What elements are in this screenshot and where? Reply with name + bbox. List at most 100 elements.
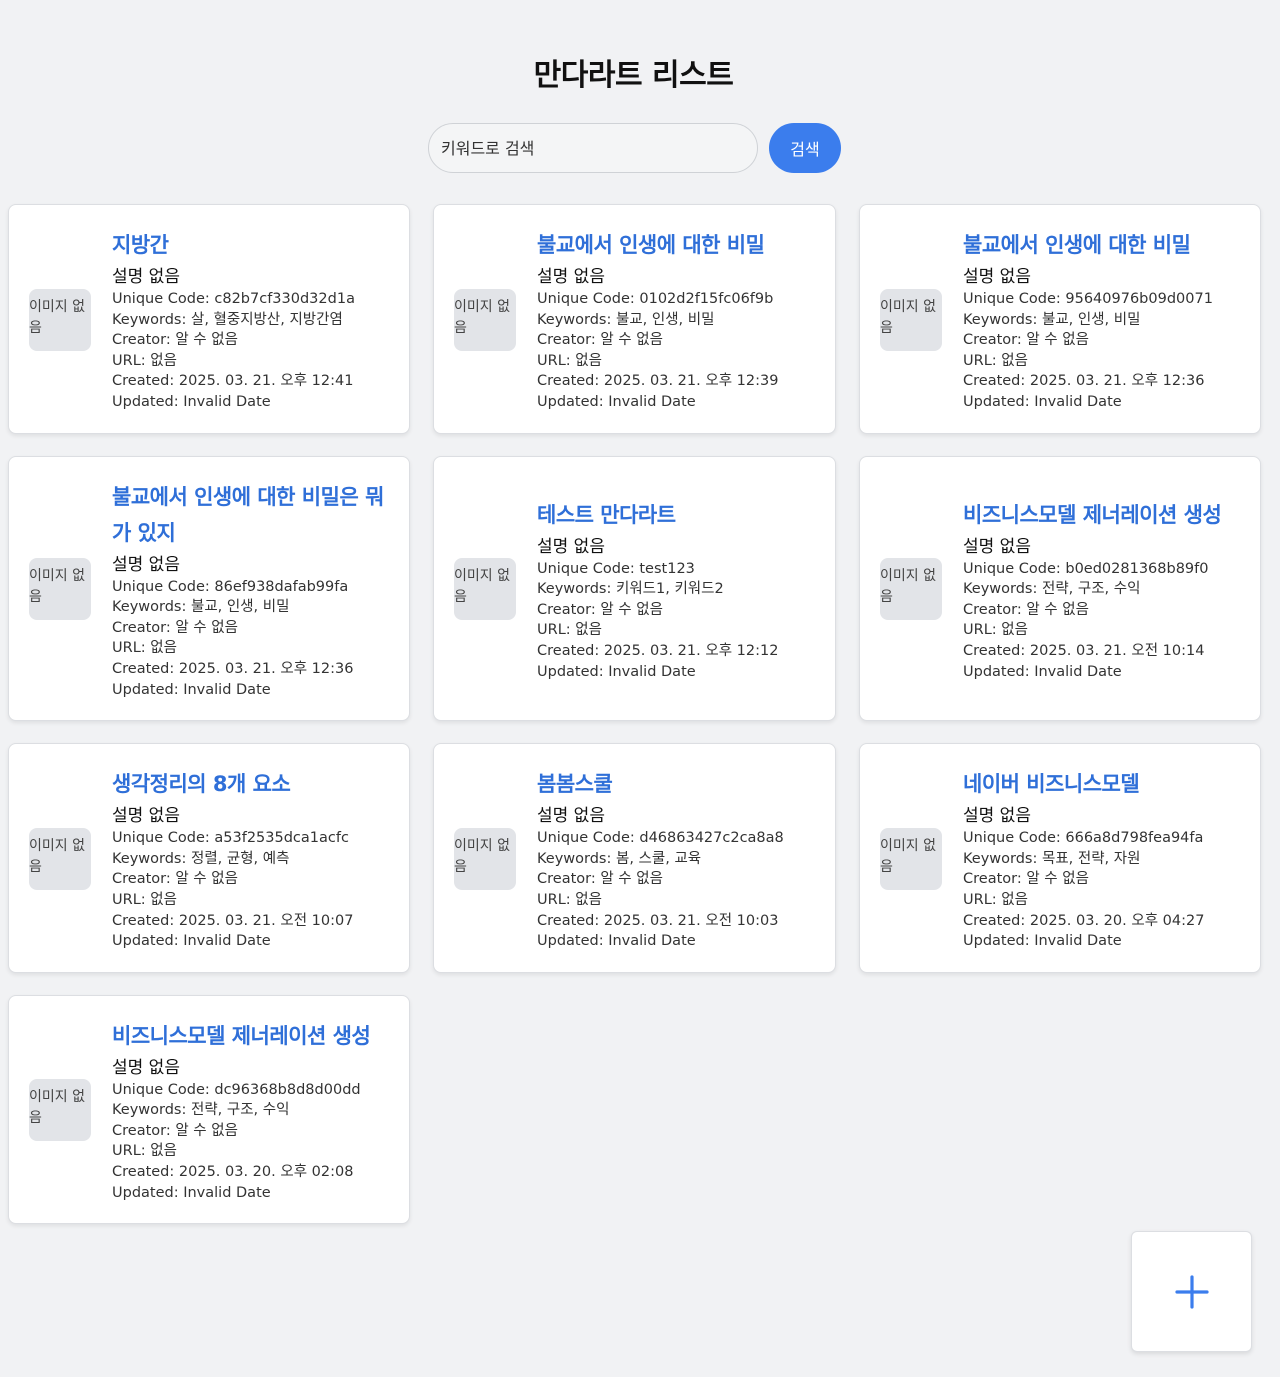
keywords-label: Keywords: — [963, 312, 1042, 328]
created-value: 2025. 03. 21. 오후 12:36 — [179, 661, 354, 677]
keywords-value: 정렬, 균형, 예측 — [191, 851, 289, 867]
url-row: URL: 없음 — [963, 620, 1242, 641]
mandalart-card[interactable]: 이미지 없음불교에서 인생에 대한 비밀은 뭐가 있지설명 없음Unique C… — [8, 456, 410, 722]
keywords-row: Keywords: 목표, 전략, 자원 — [963, 849, 1242, 870]
url-value: 없음 — [150, 1143, 177, 1159]
updated-label: Updated: — [112, 394, 183, 410]
url-label: URL: — [963, 353, 1001, 369]
card-body: 불교에서 인생에 대한 비밀설명 없음Unique Code: 0102d2f1… — [537, 227, 817, 413]
unique-code-label: Unique Code: — [537, 561, 639, 577]
created-label: Created: — [963, 373, 1030, 389]
thumbnail-placeholder: 이미지 없음 — [29, 828, 91, 890]
creator-value: 알 수 없음 — [600, 332, 663, 348]
created-row: Created: 2025. 03. 21. 오전 10:03 — [537, 911, 817, 932]
creator-label: Creator: — [537, 602, 600, 618]
card-title[interactable]: 불교에서 인생에 대한 비밀은 뭐가 있지 — [112, 479, 391, 551]
mandalart-card[interactable]: 이미지 없음봄봄스쿨설명 없음Unique Code: d46863427c2c… — [433, 743, 836, 973]
mandalart-card[interactable]: 이미지 없음비즈니스모델 제너레이션 생성설명 없음Unique Code: b… — [859, 456, 1261, 722]
created-row: Created: 2025. 03. 21. 오후 12:36 — [112, 659, 391, 680]
created-label: Created: — [112, 373, 179, 389]
card-body: 테스트 만다라트설명 없음Unique Code: test123Keyword… — [537, 497, 817, 683]
creator-label: Creator: — [963, 871, 1026, 887]
updated-row: Updated: Invalid Date — [112, 931, 391, 952]
card-title[interactable]: 불교에서 인생에 대한 비밀 — [537, 227, 817, 263]
unique-code-label: Unique Code: — [963, 291, 1065, 307]
card-title[interactable]: 불교에서 인생에 대한 비밀 — [963, 227, 1242, 263]
created-value: 2025. 03. 21. 오전 10:07 — [179, 913, 354, 929]
card-title[interactable]: 봄봄스쿨 — [537, 766, 817, 802]
mandalart-card[interactable]: 이미지 없음 불교에서 인생에 대한 비밀설명 없음Unique Code: 01… — [433, 204, 836, 434]
unique-code-row: Unique Code: b0ed0281368b89f0 — [963, 559, 1242, 580]
keywords-value: 불교, 인생, 비밀 — [191, 599, 289, 615]
thumbnail-placeholder: 이미지 없음 — [454, 289, 516, 351]
url-row: URL: 없음 — [112, 351, 391, 372]
card-body: 지방간설명 없음Unique Code: c82b7cf330d32d1aKey… — [112, 227, 391, 413]
mandalart-card[interactable]: 이미지 없음생각정리의 8개 요소설명 없음Unique Code: a53f2… — [8, 743, 410, 973]
card-description: 설명 없음 — [112, 1056, 391, 1080]
card-title[interactable]: 테스트 만다라트 — [537, 497, 817, 533]
updated-label: Updated: — [963, 664, 1034, 680]
updated-value: Invalid Date — [1034, 394, 1121, 410]
card-title[interactable]: 생각정리의 8개 요소 — [112, 766, 391, 802]
mandalart-card[interactable]: 이미지 없음지방간설명 없음Unique Code: c82b7cf330d32… — [8, 204, 410, 434]
unique-code-value: dc96368b8d8d00dd — [214, 1082, 360, 1098]
updated-label: Updated: — [112, 933, 183, 949]
unique-code-value: 666a8d798fea94fa — [1065, 830, 1203, 846]
mandalart-card[interactable]: 이미지 없음비즈니스모델 제너레이션 생성설명 없음Unique Code: d… — [8, 995, 410, 1225]
card-title[interactable]: 네이버 비즈니스모델 — [963, 766, 1242, 802]
thumbnail-placeholder: 이미지 없음 — [880, 828, 942, 890]
unique-code-label: Unique Code: — [112, 579, 214, 595]
search-button[interactable]: 검색 — [769, 123, 841, 173]
url-value: 없음 — [150, 353, 177, 369]
created-value: 2025. 03. 21. 오후 12:12 — [604, 643, 779, 659]
url-label: URL: — [112, 640, 150, 656]
card-title[interactable]: 지방간 — [112, 227, 391, 263]
card-title[interactable]: 비즈니스모델 제너레이션 생성 — [112, 1018, 391, 1054]
card-body: 네이버 비즈니스모델설명 없음Unique Code: 666a8d798fea… — [963, 766, 1242, 952]
unique-code-row: Unique Code: 95640976b09d0071 — [963, 289, 1242, 310]
card-description: 설명 없음 — [537, 535, 817, 559]
created-label: Created: — [963, 643, 1030, 659]
created-label: Created: — [112, 661, 179, 677]
card-title[interactable]: 비즈니스모델 제너레이션 생성 — [963, 497, 1242, 533]
creator-value: 알 수 없음 — [175, 871, 238, 887]
plus-icon — [1175, 1275, 1209, 1309]
mandalart-card[interactable]: 이미지 없음 네이버 비즈니스모델설명 없음Unique Code: 666a8d… — [859, 743, 1261, 973]
created-row: Created: 2025. 03. 21. 오후 12:36 — [963, 371, 1242, 392]
creator-label: Creator: — [112, 332, 175, 348]
card-description: 설명 없음 — [112, 553, 391, 577]
card-description: 설명 없음 — [112, 265, 391, 289]
created-row: Created: 2025. 03. 21. 오전 10:14 — [963, 641, 1242, 662]
keywords-label: Keywords: — [537, 312, 616, 328]
creator-value: 알 수 없음 — [175, 1123, 238, 1139]
url-label: URL: — [537, 622, 575, 638]
updated-row: Updated: Invalid Date — [963, 392, 1242, 413]
unique-code-label: Unique Code: — [537, 291, 639, 307]
updated-value: Invalid Date — [183, 933, 270, 949]
unique-code-row: Unique Code: 666a8d798fea94fa — [963, 828, 1242, 849]
keywords-value: 전략, 구조, 수익 — [191, 1102, 289, 1118]
creator-label: Creator: — [963, 332, 1026, 348]
unique-code-row: Unique Code: 0102d2f15fc06f9b — [537, 289, 817, 310]
url-row: URL: 없음 — [112, 638, 391, 659]
unique-code-row: Unique Code: c82b7cf330d32d1a — [112, 289, 391, 310]
created-value: 2025. 03. 20. 오후 02:08 — [179, 1164, 354, 1180]
unique-code-value: test123 — [639, 561, 695, 577]
updated-label: Updated: — [112, 682, 183, 698]
updated-row: Updated: Invalid Date — [963, 662, 1242, 683]
created-label: Created: — [963, 913, 1030, 929]
url-value: 없음 — [1001, 892, 1028, 908]
card-description: 설명 없음 — [537, 265, 817, 289]
mandalart-card[interactable]: 이미지 없음테스트 만다라트설명 없음Unique Code: test123K… — [433, 456, 836, 722]
add-mandalart-button[interactable] — [1131, 1231, 1252, 1352]
search-input[interactable] — [428, 123, 758, 173]
creator-label: Creator: — [963, 602, 1026, 618]
created-label: Created: — [537, 373, 604, 389]
keywords-row: Keywords: 전략, 구조, 수익 — [112, 1100, 391, 1121]
creator-value: 알 수 없음 — [1026, 602, 1089, 618]
updated-label: Updated: — [537, 933, 608, 949]
creator-row: Creator: 알 수 없음 — [112, 618, 391, 639]
thumbnail-placeholder: 이미지 없음 — [29, 1079, 91, 1141]
mandalart-card[interactable]: 이미지 없음불교에서 인생에 대한 비밀설명 없음Unique Code: 95… — [859, 204, 1261, 434]
url-value: 없음 — [575, 892, 602, 908]
